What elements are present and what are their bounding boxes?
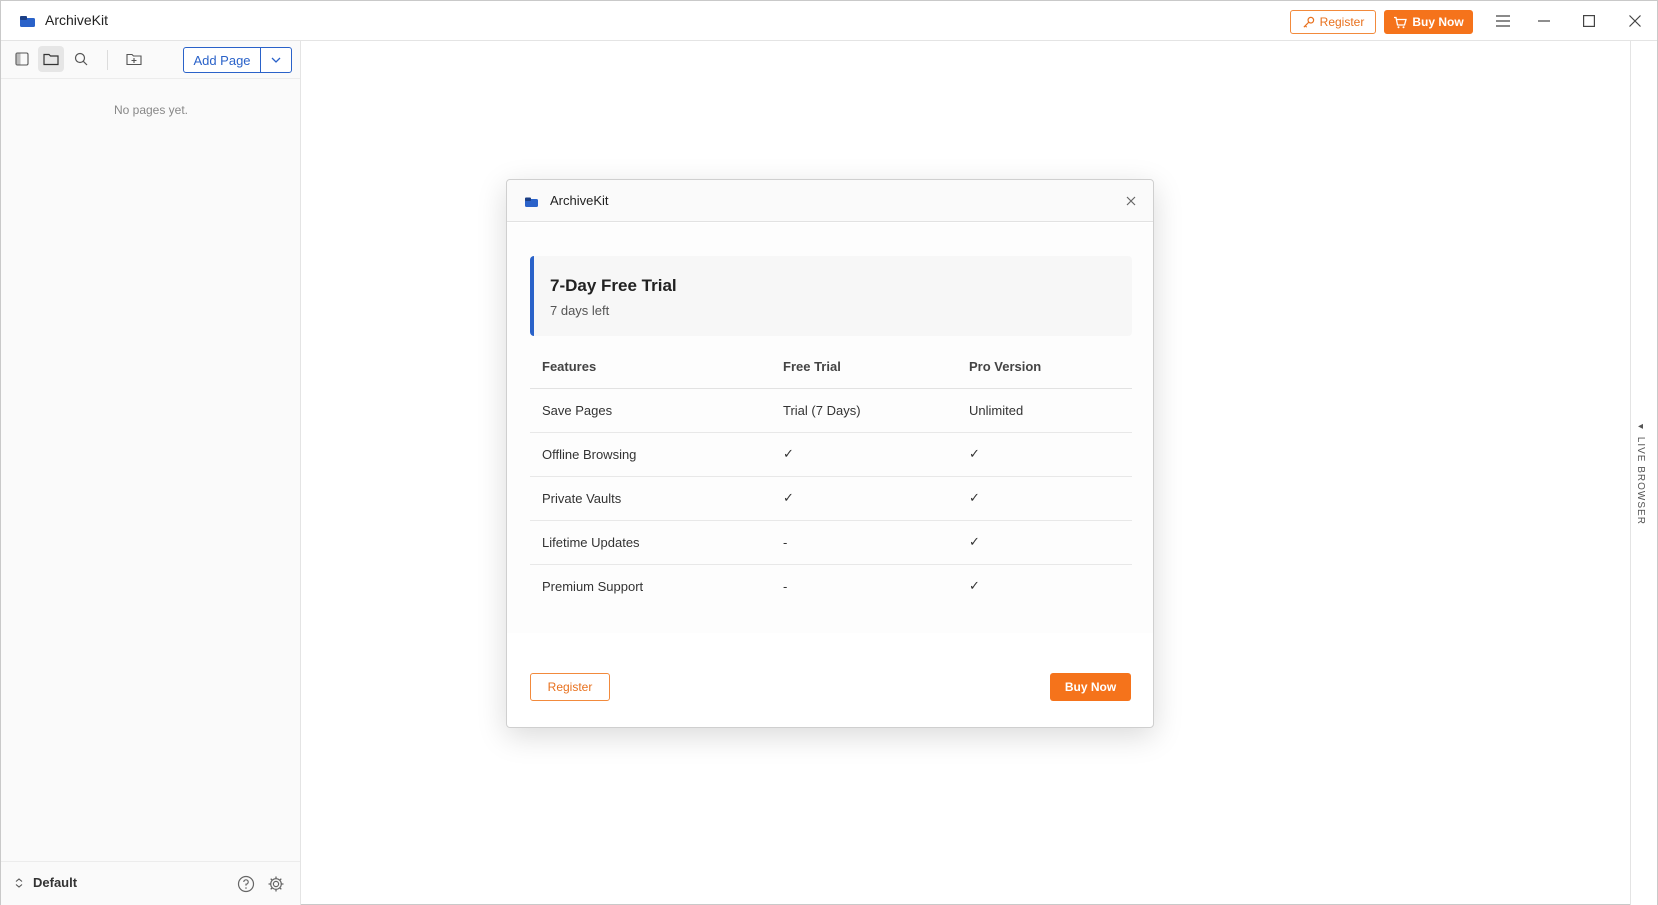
help-button[interactable] — [235, 873, 257, 895]
table-header-row: Features Free Trial Pro Version — [530, 345, 1132, 389]
live-browser-label: LIVE BROWSER — [1635, 436, 1646, 525]
buy-now-button[interactable]: Buy Now — [1384, 10, 1473, 34]
buy-now-label: Buy Now — [1412, 15, 1464, 29]
sidebar-footer: Default — [1, 861, 300, 905]
chevron-updown-icon — [15, 877, 23, 888]
table-header-cell: Free Trial — [771, 345, 957, 389]
help-icon — [237, 875, 255, 893]
new-folder-button[interactable] — [121, 46, 147, 72]
archivekit-logo-icon — [20, 16, 35, 27]
sidebar-toggle-icon — [15, 52, 29, 66]
empty-pages-message: No pages yet. — [113, 103, 189, 117]
menu-icon — [1496, 15, 1510, 27]
table-cell: ✓ — [771, 476, 957, 521]
title-bar: ArchiveKit Register Buy Now — [1, 1, 1657, 41]
add-page-split-button: Add Page — [183, 47, 292, 73]
table-cell: Trial (7 Days) — [771, 388, 957, 433]
table-cell: ✓ — [957, 520, 1132, 565]
table-cell: ✓ — [957, 476, 1132, 521]
key-icon — [1303, 16, 1314, 28]
table-header-cell: Features — [530, 345, 771, 389]
minimize-button[interactable] — [1529, 9, 1559, 33]
table-cell: ✓ — [969, 578, 980, 594]
sidebar-toggle-button[interactable] — [9, 46, 35, 72]
close-window-button[interactable] — [1620, 9, 1650, 33]
toolbar-divider — [107, 50, 108, 70]
gear-icon — [268, 876, 284, 892]
settings-button[interactable] — [265, 873, 287, 895]
folder-icon — [43, 53, 59, 66]
table-cell: ✓ — [957, 432, 1132, 477]
dialog-register-button[interactable]: Register — [530, 673, 610, 701]
trial-dialog: ArchiveKit 7-Day Free Trial 7 days left … — [506, 179, 1154, 728]
folder-button[interactable] — [38, 46, 64, 72]
trial-title: 7-Day Free Trial — [550, 276, 677, 295]
add-page-dropdown-button[interactable] — [261, 48, 291, 72]
app-title: ArchiveKit — [45, 12, 109, 28]
table-row: Offline Browsing ✓ ✓ — [530, 432, 1132, 477]
trial-status-card: 7-Day Free Trial 7 days left — [530, 256, 1132, 336]
new-folder-icon — [126, 53, 142, 66]
live-browser-panel: ◂ LIVE BROWSER — [1630, 41, 1657, 905]
archivekit-logo-icon — [525, 197, 538, 207]
table-header-cell: Pro Version — [957, 345, 1132, 389]
table-cell: Private Vaults — [530, 476, 771, 521]
table-row: Lifetime Updates - ✓ — [530, 520, 1132, 565]
cart-icon — [1394, 16, 1408, 28]
dialog-footer: Register Buy Now — [507, 631, 1153, 727]
table-cell: Premium Support — [542, 578, 644, 594]
table-row: Premium Support - ✓ — [530, 564, 1132, 608]
search-button[interactable] — [68, 46, 94, 72]
table-cell: Save Pages — [530, 388, 771, 433]
register-label: Register — [1319, 15, 1365, 29]
table-cell: Lifetime Updates — [530, 520, 771, 565]
search-icon — [74, 52, 88, 66]
workspace-selector[interactable]: Default — [15, 875, 77, 890]
table-cell: Unlimited — [957, 388, 1132, 433]
live-browser-arrow-icon: ◂ — [1635, 421, 1646, 437]
dialog-header: ArchiveKit — [507, 180, 1153, 222]
sidebar-toolbar: Add Page — [1, 41, 300, 79]
register-button[interactable]: Register — [1290, 10, 1376, 34]
table-cell: - — [783, 578, 788, 594]
table-cell: Offline Browsing — [530, 432, 771, 477]
workspace-name: Default — [33, 875, 78, 890]
maximize-icon — [1583, 15, 1595, 27]
menu-button[interactable] — [1488, 9, 1518, 33]
close-icon — [1126, 196, 1136, 206]
dialog-title: ArchiveKit — [550, 193, 609, 208]
table-cell: - — [771, 520, 957, 565]
dialog-buy-now-button[interactable]: Buy Now — [1050, 673, 1131, 701]
feature-comparison-table: Features Free Trial Pro Version Save Pag… — [530, 345, 1132, 608]
dialog-body: 7-Day Free Trial 7 days left Features Fr… — [507, 223, 1153, 633]
live-browser-tab[interactable]: ◂ LIVE BROWSER — [1635, 421, 1646, 525]
trial-days-left: 7 days left — [550, 303, 610, 318]
dialog-close-button[interactable] — [1121, 191, 1141, 211]
add-page-button[interactable]: Add Page — [184, 48, 261, 72]
sidebar: Add Page No pages yet. Default — [1, 41, 301, 905]
table-row: Save Pages Trial (7 Days) Unlimited — [530, 388, 1132, 433]
minimize-icon — [1538, 20, 1550, 22]
maximize-button[interactable] — [1574, 9, 1604, 33]
table-cell: ✓ — [771, 432, 957, 477]
chevron-down-icon — [271, 57, 281, 63]
close-icon — [1629, 15, 1641, 27]
app-window: ArchiveKit Register Buy Now Add Page No … — [0, 0, 1658, 905]
table-row: Private Vaults ✓ ✓ — [530, 476, 1132, 521]
